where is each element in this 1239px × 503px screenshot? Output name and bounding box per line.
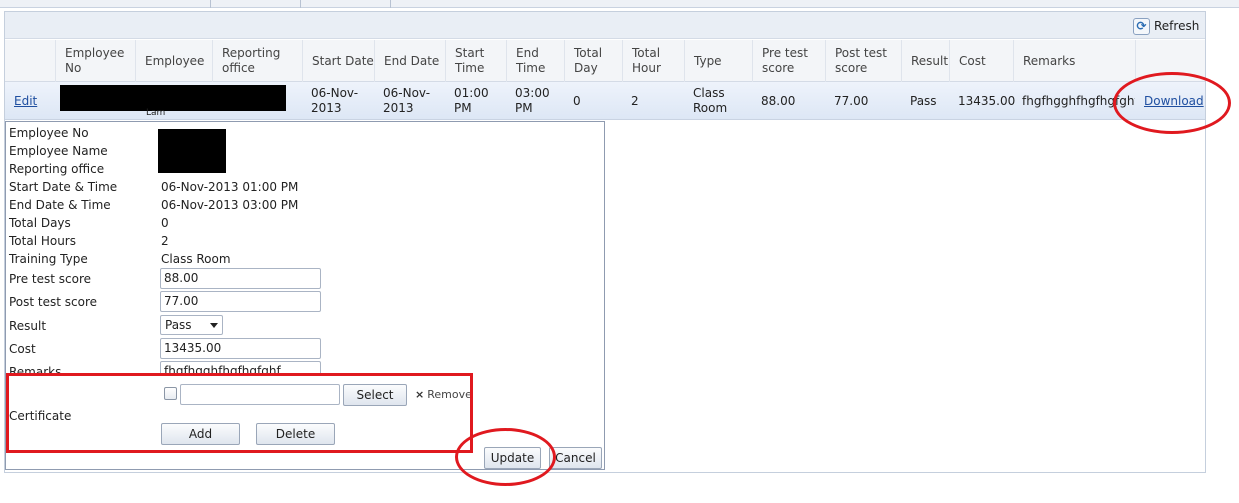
grid-toolbar (5, 12, 1205, 39)
chevron-down-icon (210, 323, 218, 328)
cell-pre-test-score: 88.00 (761, 93, 796, 108)
column-header-action (5, 40, 55, 82)
redacted-employee-details (158, 129, 226, 173)
edit-link[interactable]: Edit (14, 94, 37, 109)
value-total-hours: 2 (161, 234, 169, 248)
value-start-datetime: 06-Nov-2013 01:00 PM (161, 180, 299, 194)
cell-start-time: 01:00 PM (454, 86, 489, 115)
label-training-type: Training Type (9, 252, 88, 266)
result-select[interactable]: Pass (160, 315, 223, 335)
cell-total-hour: 2 (631, 93, 639, 108)
label-pre-test-score: Pre test score (9, 272, 91, 286)
label-total-days: Total Days (9, 216, 71, 230)
column-header-end-time[interactable]: End Time (506, 40, 564, 82)
label-total-hours: Total Hours (9, 234, 76, 248)
label-end-datetime: End Date & Time (9, 198, 111, 212)
cell-type: Class Room (693, 86, 728, 115)
cell-end-time: 03:00 PM (515, 86, 550, 115)
column-header-type[interactable]: Type (684, 40, 752, 82)
column-header-result[interactable]: Result (901, 40, 949, 82)
column-header-total-hour[interactable]: Total Hour (622, 40, 684, 82)
redacted-employee-block (60, 85, 286, 111)
label-reporting-office: Reporting office (9, 162, 105, 176)
column-header-start-date[interactable]: Start Date (302, 40, 374, 82)
refresh-icon: ⟳ (1133, 17, 1150, 35)
label-employee-no: Employee No (9, 126, 89, 140)
post-test-score-input[interactable]: 77.00 (160, 291, 321, 312)
column-header-employee[interactable]: Employee (135, 40, 212, 82)
column-header-remarks[interactable]: Remarks (1013, 40, 1135, 82)
annotation-highlight-box (6, 373, 473, 453)
edit-link-cell: Edit (5, 82, 55, 120)
value-end-datetime: 06-Nov-2013 03:00 PM (161, 198, 299, 212)
cost-input[interactable]: 13435.00 (160, 338, 321, 359)
label-start-datetime: Start Date & Time (9, 180, 118, 194)
label-result: Result (9, 319, 47, 333)
label-employee-name: Employee Name (9, 144, 108, 158)
column-header-start-time[interactable]: Start Time (445, 40, 506, 82)
annotation-circle-download (1113, 72, 1231, 134)
cell-total-day: 0 (573, 93, 581, 108)
label-post-test-score: Post test score (9, 295, 98, 309)
column-header-employee-no[interactable]: Employee No (55, 40, 135, 82)
refresh-label: Refresh (1154, 19, 1200, 33)
cancel-button[interactable]: Cancel (549, 447, 602, 469)
annotation-circle-update (455, 428, 556, 486)
column-header-reporting-office[interactable]: Reporting office (212, 40, 302, 82)
cell-cost: 13435.00 (958, 93, 1016, 108)
cell-result: Pass (910, 93, 937, 108)
result-select-value: Pass (165, 318, 192, 332)
column-header-total-day[interactable]: Total Day (564, 40, 622, 82)
cell-start-date: 06-Nov-2013 (311, 86, 359, 115)
column-header-end-date[interactable]: End Date (374, 40, 445, 82)
column-header-pre-test-score[interactable]: Pre test score (752, 40, 825, 82)
refresh-button[interactable]: ⟳ Refresh (1133, 15, 1199, 37)
value-total-days: 0 (161, 216, 169, 230)
value-training-type: Class Room (161, 252, 231, 266)
pre-test-score-input[interactable]: 88.00 (160, 268, 321, 289)
cell-end-date: 06-Nov-2013 (383, 86, 431, 115)
cell-post-test-score: 77.00 (834, 93, 869, 108)
label-cost: Cost (9, 342, 36, 356)
employee-name-partial: Lam (146, 108, 166, 118)
column-header-cost[interactable]: Cost (949, 40, 1013, 82)
column-header-post-test-score[interactable]: Post test score (825, 40, 901, 82)
top-tab-strip (0, 0, 1239, 8)
